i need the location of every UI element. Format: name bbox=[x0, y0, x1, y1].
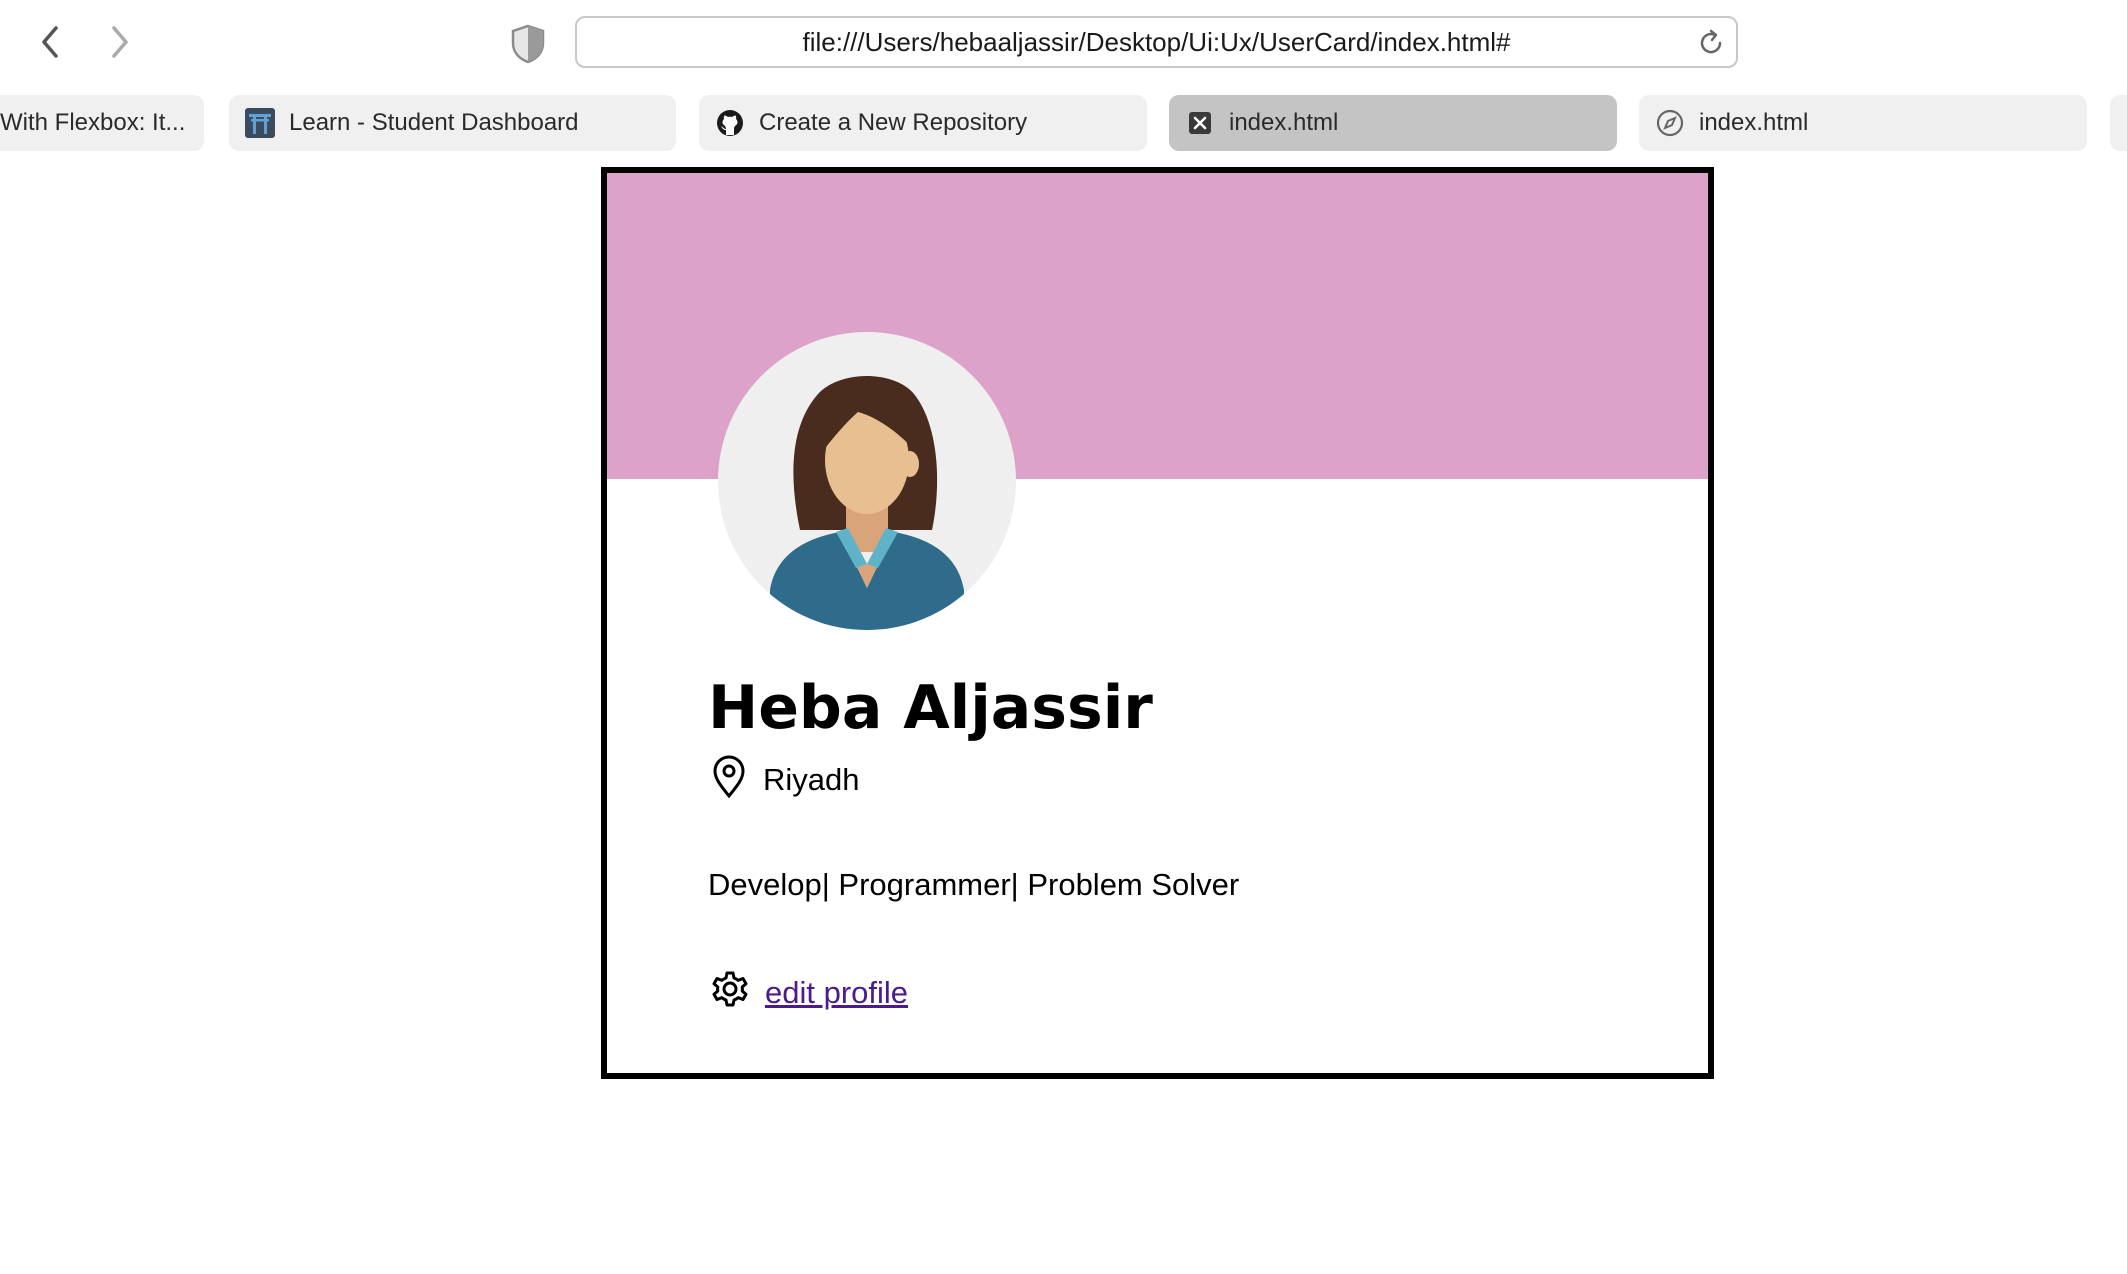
tab-label: index.html bbox=[1699, 109, 1809, 136]
user-bio: Develop| Programmer| Problem Solver bbox=[708, 867, 1240, 902]
chevron-left-icon bbox=[42, 26, 58, 58]
location-row: Riyadh bbox=[711, 755, 860, 799]
edit-profile-row: edit profile bbox=[709, 968, 908, 1010]
github-icon bbox=[715, 108, 745, 138]
back-button[interactable] bbox=[28, 20, 72, 64]
tab-bar: With Flexbox: It... Learn - Student Dash… bbox=[0, 95, 2127, 151]
tab-student-dashboard[interactable]: Learn - Student Dashboard bbox=[229, 95, 676, 151]
location-pin-icon bbox=[713, 755, 745, 799]
chevron-right-icon bbox=[112, 26, 128, 58]
torii-gate-icon bbox=[245, 108, 275, 138]
tab-index-html-active[interactable]: index.html bbox=[1169, 95, 1617, 151]
address-text: file:///Users/hebaaljassir/Desktop/Ui:Ux… bbox=[802, 26, 1511, 57]
tab-index-html[interactable]: index.html bbox=[1639, 95, 2087, 151]
close-icon[interactable] bbox=[1185, 108, 1215, 138]
reload-icon[interactable] bbox=[1696, 28, 1726, 58]
browser-toolbar: file:///Users/hebaaljassir/Desktop/Ui:Ux… bbox=[0, 0, 2127, 90]
tab-flexbox[interactable]: With Flexbox: It... bbox=[0, 95, 204, 151]
compass-icon bbox=[1655, 108, 1685, 138]
gear-icon[interactable] bbox=[709, 968, 751, 1010]
edit-profile-link[interactable]: edit profile bbox=[765, 976, 908, 1010]
address-bar[interactable]: file:///Users/hebaaljassir/Desktop/Ui:Ux… bbox=[575, 16, 1738, 68]
tab-new-repository[interactable]: Create a New Repository bbox=[699, 95, 1147, 151]
tab-label: Create a New Repository bbox=[759, 109, 1028, 136]
forward-button[interactable] bbox=[98, 20, 142, 64]
user-card: Heba Aljassir Riyadh Develop| Programmer… bbox=[601, 167, 1714, 1079]
user-name: Heba Aljassir bbox=[708, 673, 1153, 743]
tab-label: Learn - Student Dashboard bbox=[289, 109, 579, 136]
tab-label: index.html bbox=[1229, 109, 1339, 136]
woman-avatar-icon bbox=[770, 376, 964, 630]
shield-icon[interactable] bbox=[510, 24, 546, 64]
tab-label: With Flexbox: It... bbox=[0, 109, 186, 136]
tab-overflow[interactable] bbox=[2110, 95, 2127, 151]
avatar bbox=[718, 332, 1016, 630]
location-text: Riyadh bbox=[763, 762, 860, 797]
